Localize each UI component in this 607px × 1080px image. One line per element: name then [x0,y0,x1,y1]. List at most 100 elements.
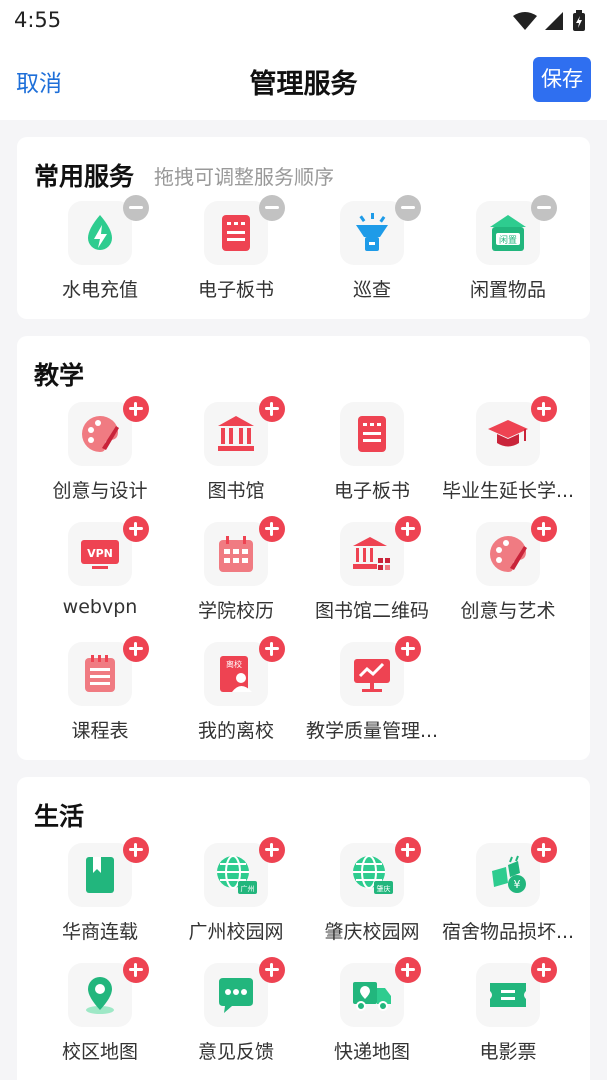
movie-ticket-icon [490,983,526,1007]
remove-service-button[interactable] [259,195,285,221]
service-item-creative-art[interactable]: 创意与艺术 [440,516,576,632]
idle-goods-icon: 闲置 [490,215,526,251]
service-item-huashang-serial[interactable]: 华商连载 [32,837,168,953]
add-service-button[interactable] [395,516,421,542]
add-service-button[interactable] [123,957,149,983]
service-label: 图书馆二维码 [314,600,429,622]
damage-compensation-icon: ¥ [492,855,526,893]
add-service-button[interactable] [395,957,421,983]
save-button[interactable]: 保存 [533,57,591,102]
service-item-my-leaving[interactable]: 离校 我的离校 [168,636,304,752]
service-item-campus-map[interactable]: 校区地图 [32,957,168,1073]
calendar-icon [219,536,253,572]
wifi-icon [513,12,537,30]
status-time: 4:55 [14,8,62,32]
service-item-timetable[interactable]: 课程表 [32,636,168,752]
globe-zhaoqing-icon: 肇庆 [353,855,393,894]
common-services-title: 常用服务 [34,162,135,191]
service-label: 快递地图 [333,1041,410,1063]
service-item-idle-goods[interactable]: 闲置 闲置物品 [440,195,576,311]
service-label: webvpn [62,596,138,618]
service-label: 校区地图 [61,1041,138,1063]
service-label: 闲置物品 [469,279,546,301]
service-item-graduate-extension[interactable]: 毕业生延长学... [440,396,576,512]
map-pin-icon [86,977,114,1014]
service-item-library[interactable]: 图书馆 [168,396,304,512]
add-service-button[interactable] [259,516,285,542]
e-board-icon [358,416,386,452]
water-electric-icon [88,215,112,250]
feedback-chat-icon [219,978,253,1013]
system-icons [513,10,585,31]
service-item-patrol[interactable]: 巡查 [304,195,440,311]
e-board-icon [222,215,250,251]
service-item-guangzhou-network[interactable]: 广州 广州校园网 [168,837,304,953]
add-service-button[interactable] [259,396,285,422]
leave-school-icon: 离校 [220,656,252,692]
service-label: 创意与设计 [52,480,148,502]
remove-service-button[interactable] [531,195,557,221]
add-service-button[interactable] [259,957,285,983]
common-services-card: 常用服务 拖拽可调整服务顺序 水电充值 电子板书 巡查 闲置 闲置物品 [17,137,590,319]
add-service-button[interactable] [395,837,421,863]
add-service-button[interactable] [531,396,557,422]
add-service-button[interactable] [531,837,557,863]
service-label: 宿舍物品损坏... [441,921,575,943]
service-item-e-board[interactable]: 电子板书 [168,195,304,311]
add-service-button[interactable] [123,396,149,422]
add-service-button[interactable] [259,837,285,863]
service-item-college-calendar[interactable]: 学院校历 [168,516,304,632]
service-item-water-electric[interactable]: 水电充值 [32,195,168,311]
service-item-dorm-damage[interactable]: ¥ 宿舍物品损坏... [440,837,576,953]
remove-service-button[interactable] [395,195,421,221]
add-service-button[interactable] [531,516,557,542]
timetable-icon [85,655,115,692]
idle-text: 闲置 [499,235,517,246]
drag-hint: 拖拽可调整服务顺序 [154,165,334,189]
service-label: 图书馆 [207,480,265,502]
service-item-webvpn[interactable]: VPN webvpn [32,516,168,632]
vpn-icon: VPN [81,540,119,569]
service-label: 意见反馈 [197,1041,274,1063]
guangzhou-text: 广州 [241,884,255,893]
service-label: 巡查 [352,279,391,301]
service-label: 华商连载 [61,921,138,943]
service-label: 教学质量管理... [305,720,439,742]
teaching-card: 教学 创意与设计 图书馆 电子板书 毕业生延长学... VPN webvpn 学… [17,336,590,760]
teaching-title: 教学 [34,361,85,390]
service-label: 课程表 [71,720,129,742]
library-icon [218,416,254,451]
service-item-feedback[interactable]: 意见反馈 [168,957,304,1073]
add-service-button[interactable] [395,636,421,662]
service-item-library-qr[interactable]: 图书馆二维码 [304,516,440,632]
remove-service-button[interactable] [123,195,149,221]
add-service-button[interactable] [259,636,285,662]
service-item-teaching-quality[interactable]: 教学质量管理... [304,636,440,752]
signal-icon [545,12,563,30]
nav-bar: 取消 管理服务 保存 [0,40,607,120]
service-item-movie-ticket[interactable]: 电影票 [440,957,576,1073]
service-label: 学院校历 [197,600,274,622]
page-title: 管理服务 [249,69,358,100]
service-item-express-map[interactable]: 快递地图 [304,957,440,1073]
life-card: 生活 华商连载 广州 广州校园网 肇庆 肇庆校园网 ¥ 宿舍物品损坏... 校区… [17,777,590,1080]
service-label: 毕业生延长学... [441,480,575,502]
globe-guangzhou-icon: 广州 [217,855,257,894]
library-qr-icon [353,537,390,570]
delivery-truck-icon [353,982,391,1011]
battery-charging-icon [573,10,585,31]
service-label: 广州校园网 [188,921,284,943]
yen-text: ¥ [514,878,521,891]
service-label: 创意与艺术 [460,600,556,622]
service-item-creative-design[interactable]: 创意与设计 [32,396,168,512]
service-label: 我的离校 [197,720,274,742]
graduation-cap-icon [488,420,528,447]
service-item-e-board[interactable]: 电子板书 [304,402,440,512]
vpn-text: VPN [87,547,113,560]
service-item-zhaoqing-network[interactable]: 肇庆 肇庆校园网 [304,837,440,953]
service-tile [340,402,404,466]
add-service-button[interactable] [531,957,557,983]
add-service-button[interactable] [123,837,149,863]
add-service-button[interactable] [123,636,149,662]
add-service-button[interactable] [123,516,149,542]
